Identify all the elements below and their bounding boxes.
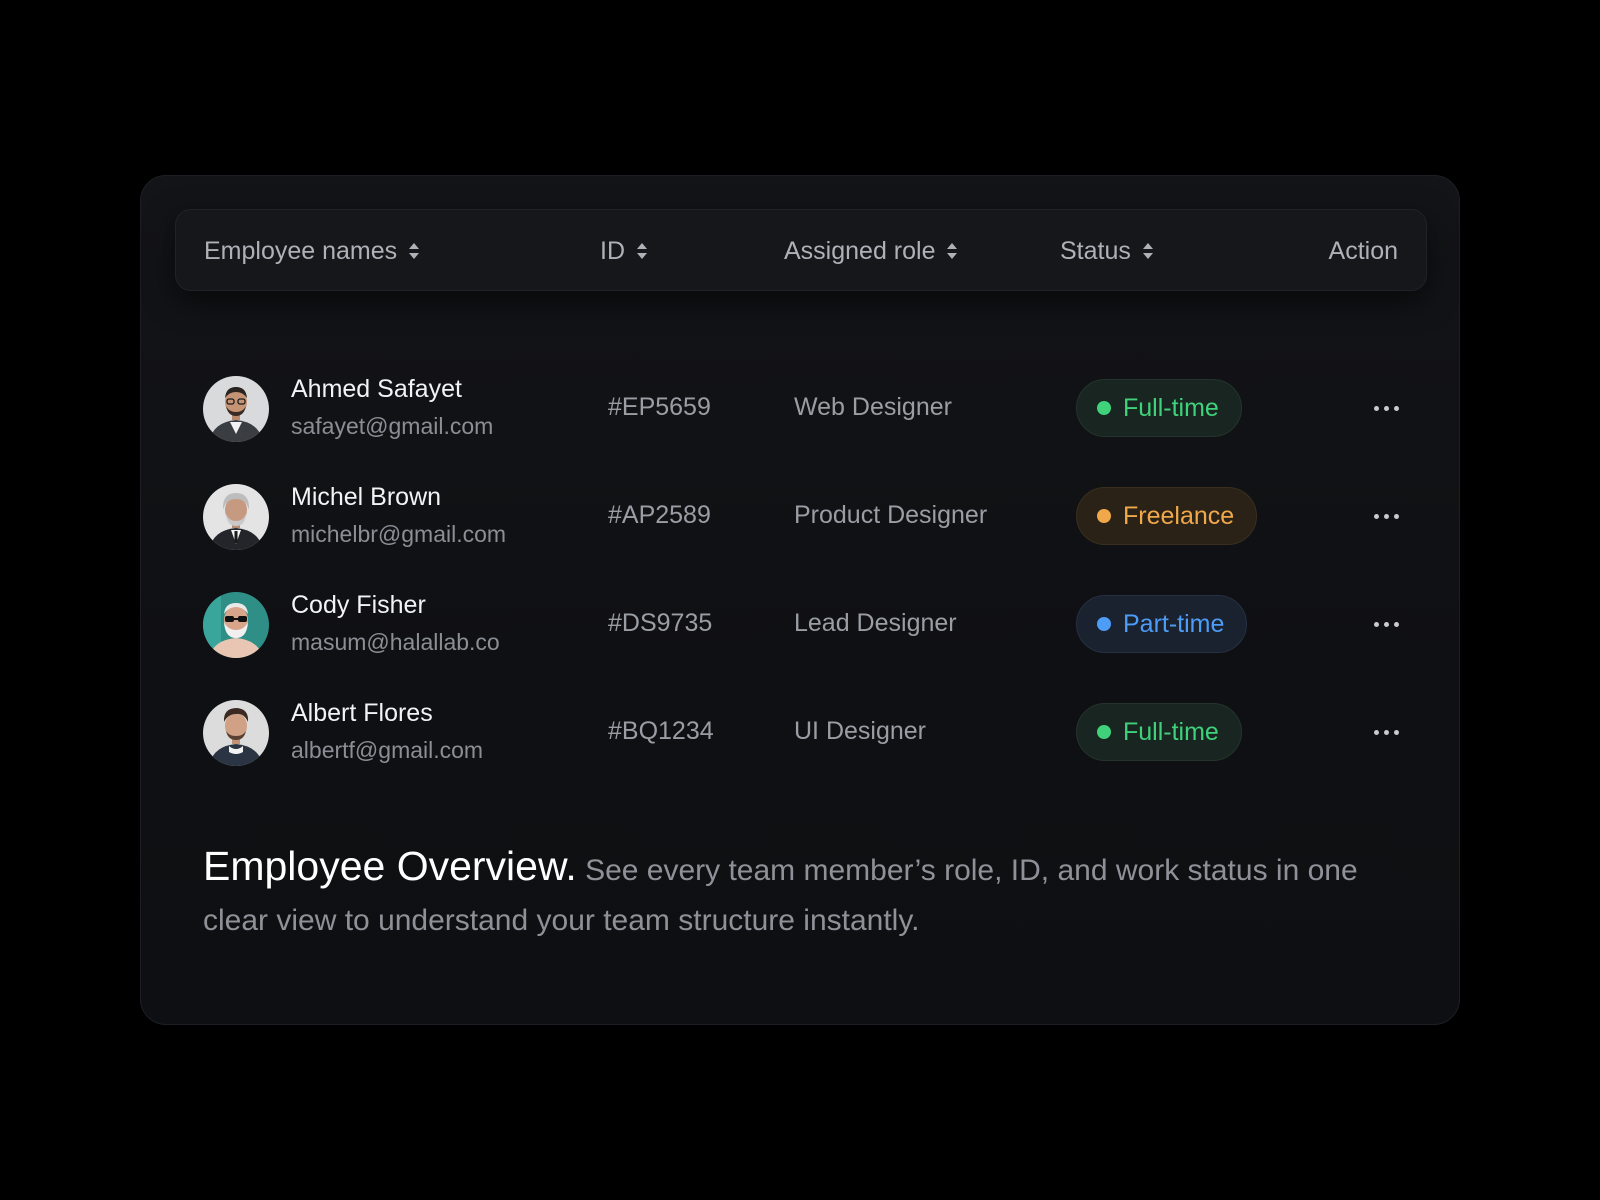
table-row: Cody Fisher masum@halallab.co #DS9735 Le… (141, 571, 1461, 679)
column-header-status[interactable]: Status (1060, 210, 1153, 292)
employee-role: Web Designer (794, 393, 952, 421)
employee-email: masum@halallab.co (291, 629, 500, 655)
employee-name: Michel Brown (291, 483, 442, 511)
employee-name: Ahmed Safayet (291, 375, 462, 403)
more-actions-button[interactable] (1366, 503, 1406, 529)
column-header-label: Employee names (204, 236, 398, 265)
avatar (203, 484, 269, 550)
employee-name: Cody Fisher (291, 591, 426, 619)
avatar (203, 700, 269, 766)
sort-icon[interactable] (947, 243, 958, 259)
status-badge: Full-time (1076, 703, 1242, 761)
employee-email: safayet@gmail.com (291, 413, 494, 439)
more-actions-button[interactable] (1366, 611, 1406, 637)
column-header-label: ID (600, 236, 625, 265)
table-header: Employee names ID Assigned role Status A… (175, 209, 1427, 291)
overview-description: Employee Overview. See every team member… (203, 841, 1403, 946)
status-dot-icon (1097, 401, 1111, 415)
employee-role: Lead Designer (794, 609, 957, 637)
column-header-employee-names[interactable]: Employee names (204, 210, 420, 292)
table-row: Ahmed Safayet safayet@gmail.com #EP5659 … (141, 355, 1461, 463)
column-header-assigned-role[interactable]: Assigned role (784, 210, 958, 292)
employee-table-card: Employee names ID Assigned role Status A… (140, 175, 1460, 1025)
column-header-label: Action (1328, 236, 1398, 265)
status-label: Full-time (1123, 717, 1219, 746)
employee-email: albertf@gmail.com (291, 737, 484, 763)
column-header-label: Status (1060, 236, 1131, 265)
column-header-action: Action (1329, 210, 1398, 292)
employee-role: Product Designer (794, 501, 988, 529)
employee-id: #EP5659 (608, 393, 711, 421)
sort-icon[interactable] (637, 243, 647, 259)
column-header-id[interactable]: ID (600, 210, 647, 292)
avatar (203, 592, 269, 658)
status-dot-icon (1097, 725, 1111, 739)
sort-icon[interactable] (1142, 243, 1153, 259)
more-actions-button[interactable] (1366, 395, 1406, 421)
employee-id: #BQ1234 (608, 717, 714, 745)
status-label: Part-time (1123, 609, 1225, 638)
status-label: Full-time (1123, 393, 1219, 422)
more-horizontal-icon (1373, 621, 1379, 627)
employee-id: #AP2589 (608, 501, 711, 529)
employee-id: #DS9735 (608, 609, 713, 637)
employee-email: michelbr@gmail.com (291, 521, 507, 547)
sort-icon[interactable] (409, 243, 420, 259)
more-horizontal-icon (1373, 729, 1379, 735)
status-badge: Freelance (1076, 487, 1258, 545)
more-horizontal-icon (1373, 405, 1379, 411)
overview-title: Employee Overview. (203, 843, 577, 889)
more-actions-button[interactable] (1366, 719, 1406, 745)
table-row: Albert Flores albertf@gmail.com #BQ1234 … (141, 679, 1461, 787)
employee-role: UI Designer (794, 717, 926, 745)
table-row: Michel Brown michelbr@gmail.com #AP2589 … (141, 463, 1461, 571)
column-header-label: Assigned role (784, 236, 936, 265)
more-horizontal-icon (1373, 513, 1379, 519)
status-dot-icon (1097, 509, 1111, 523)
status-badge: Part-time (1076, 595, 1248, 653)
status-badge: Full-time (1076, 379, 1242, 437)
status-label: Freelance (1123, 501, 1235, 530)
avatar (203, 376, 269, 442)
employee-name: Albert Flores (291, 699, 433, 727)
status-dot-icon (1097, 617, 1111, 631)
